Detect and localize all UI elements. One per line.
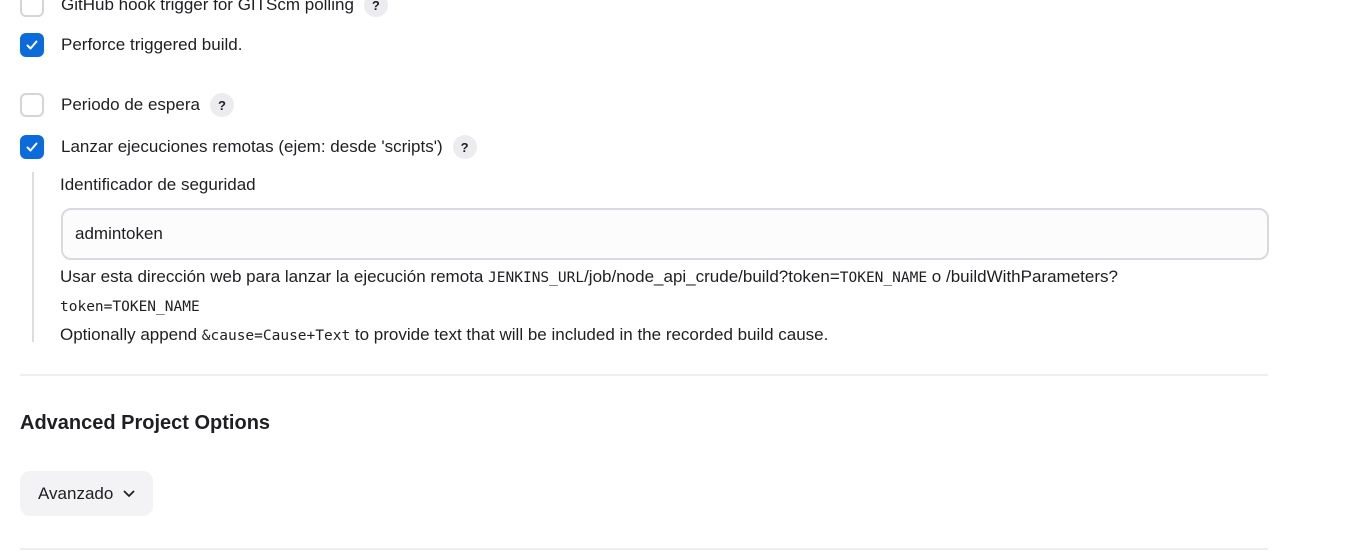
help-build-path: /job/node_api_crude/build?token= — [584, 267, 840, 286]
help-build-with-parameters: o /buildWithParameters? — [927, 267, 1118, 286]
github-hook-trigger-row: GitHub hook trigger for GITScm polling ? — [20, 0, 388, 18]
help-text-prefix: Usar esta dirección web para lanzar la e… — [60, 267, 489, 286]
section-divider — [20, 374, 1268, 376]
github-hook-checkbox[interactable] — [20, 0, 44, 17]
perforce-trigger-row: Perforce triggered build. — [20, 32, 242, 58]
help-token-name: TOKEN_NAME — [112, 299, 200, 315]
remote-trigger-config: Identificador de seguridad Usar esta dir… — [32, 172, 1274, 344]
advanced-button-label: Avanzado — [38, 483, 114, 503]
github-hook-label: GitHub hook trigger for GITScm polling — [61, 0, 354, 14]
help-cause-suffix: to provide text that will be included in… — [350, 325, 829, 344]
help-token-eq: token= — [60, 299, 113, 315]
checkmark-icon — [26, 40, 38, 50]
remote-trigger-checkbox[interactable] — [20, 135, 44, 159]
checkmark-icon — [26, 142, 38, 152]
quiet-period-label: Periodo de espera — [61, 95, 200, 114]
remote-trigger-help-icon[interactable]: ? — [452, 135, 477, 159]
help-cause-param: &cause=Cause+Text — [201, 328, 351, 344]
security-token-label: Identificador de seguridad — [60, 175, 256, 194]
remote-trigger-help-text: Usar esta dirección web para lanzar la e… — [60, 263, 1200, 350]
bottom-divider — [20, 548, 1268, 550]
help-token-name: TOKEN_NAME — [839, 270, 928, 286]
perforce-label: Perforce triggered build. — [61, 35, 243, 54]
quiet-period-help-icon[interactable]: ? — [209, 93, 234, 117]
help-jenkins-url: JENKINS_URL — [488, 270, 585, 286]
help-cause-prefix: Optionally append — [60, 325, 202, 344]
quiet-period-row: Periodo de espera ? — [20, 92, 234, 118]
quiet-period-checkbox[interactable] — [20, 93, 44, 117]
advanced-project-options-title: Advanced Project Options — [20, 412, 271, 434]
security-token-input[interactable] — [61, 208, 1269, 260]
github-hook-help-icon[interactable]: ? — [363, 0, 388, 17]
build-triggers-page: GitHub hook trigger for GITScm polling ?… — [0, 0, 1355, 553]
remote-trigger-label: Lanzar ejecuciones remotas (ejem: desde … — [61, 137, 443, 156]
remote-trigger-row: Lanzar ejecuciones remotas (ejem: desde … — [20, 134, 477, 160]
advanced-button[interactable]: Avanzado — [20, 471, 154, 516]
chevron-down-icon — [123, 490, 135, 498]
perforce-checkbox[interactable] — [20, 33, 44, 57]
